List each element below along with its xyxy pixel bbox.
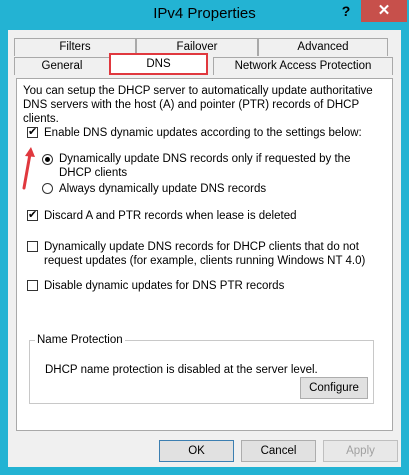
- dialog-window: IPv4 Properties ? ✕ Filters Failover Adv…: [0, 0, 409, 475]
- tab-advanced[interactable]: Advanced: [258, 38, 388, 56]
- enable-dns-updates-checkbox[interactable]: [27, 125, 38, 138]
- tab-general[interactable]: General: [14, 57, 110, 75]
- enable-dns-updates-label: Enable DNS dynamic updates according to …: [44, 127, 362, 139]
- help-button[interactable]: ?: [331, 0, 361, 22]
- ok-button[interactable]: OK: [159, 440, 234, 462]
- tab-network-access-protection[interactable]: Network Access Protection: [213, 57, 393, 75]
- update-legacy-clients-checkbox[interactable]: [27, 241, 38, 252]
- tab-dns[interactable]: DNS: [109, 53, 208, 75]
- radio-update-requested-label: Dynamically update DNS records only if r…: [59, 153, 351, 179]
- configure-button[interactable]: Configure: [300, 377, 368, 399]
- discard-records-label: Discard A and PTR records when lease is …: [44, 210, 297, 222]
- apply-button[interactable]: Apply: [323, 440, 398, 462]
- disable-ptr-updates-label: Disable dynamic updates for DNS PTR reco…: [44, 280, 285, 292]
- name-protection-label: Name Protection: [35, 333, 125, 347]
- radio-update-always-label: Always dynamically update DNS records: [59, 183, 267, 195]
- title-bar[interactable]: IPv4 Properties ? ✕: [0, 0, 409, 30]
- radio-update-always[interactable]: [42, 183, 53, 194]
- radio-update-requested[interactable]: [42, 154, 53, 165]
- name-protection-status: DHCP name protection is disabled at the …: [45, 364, 318, 376]
- discard-records-checkbox[interactable]: [27, 208, 38, 221]
- update-legacy-clients-label: Dynamically update DNS records for DHCP …: [44, 241, 366, 267]
- cancel-button[interactable]: Cancel: [241, 440, 316, 462]
- dialog-client-area: Filters Failover Advanced General Networ…: [8, 30, 401, 467]
- dns-intro-text: You can setup the DHCP server to automat…: [23, 85, 373, 125]
- annotation-arrow-icon: [22, 147, 35, 190]
- disable-ptr-updates-checkbox[interactable]: [27, 280, 38, 291]
- close-button[interactable]: ✕: [361, 0, 407, 22]
